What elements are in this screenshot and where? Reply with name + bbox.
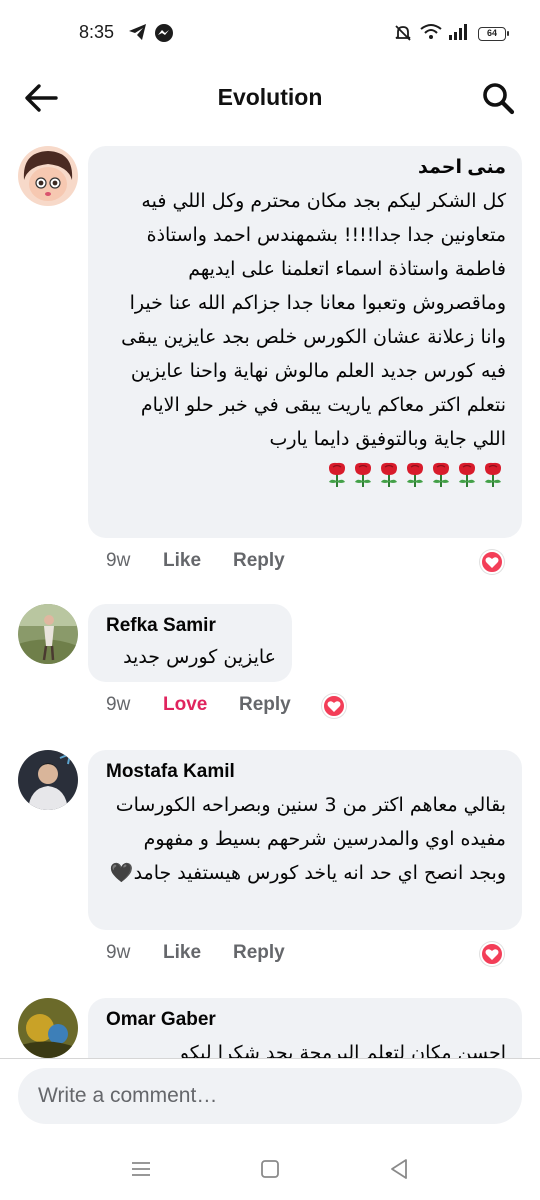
telegram-icon <box>128 23 148 46</box>
avatar[interactable] <box>18 146 78 206</box>
rose-emojis <box>324 456 506 490</box>
comments-list[interactable]: منى احمد كل الشكر ليكم بجد مكان محترم وك… <box>0 130 540 1058</box>
comment-input[interactable] <box>38 1084 502 1108</box>
comment-time[interactable]: 9w <box>106 942 130 964</box>
system-nav-bar <box>0 1140 540 1200</box>
back-icon[interactable] <box>384 1154 414 1184</box>
search-icon <box>483 83 515 115</box>
comment-author[interactable]: منى احمد <box>106 156 506 180</box>
comment-text: كل الشكر ليكم بجد مكان محترم وكل اللي في… <box>106 184 506 490</box>
page-title: Evolution <box>217 84 323 110</box>
home-icon[interactable] <box>255 1154 285 1184</box>
comment-actions: 9w Love Reply 1 <box>106 694 406 724</box>
rose-icon <box>485 462 501 487</box>
like-button[interactable]: Like <box>163 550 201 572</box>
like-button[interactable]: Like <box>163 942 201 964</box>
rose-icon <box>407 462 423 487</box>
love-button[interactable]: Love <box>163 694 207 716</box>
comment-bubble[interactable]: Refka Samir عايزين كورس جديد <box>88 604 292 682</box>
reply-button[interactable]: Reply <box>233 942 285 964</box>
love-reaction-icon <box>322 694 346 718</box>
rose-icon <box>381 462 397 487</box>
rose-icon <box>433 462 449 487</box>
rose-icon <box>329 462 345 487</box>
rose-icon <box>459 462 475 487</box>
avatar[interactable] <box>18 998 78 1058</box>
avatar[interactable] <box>18 604 78 664</box>
comment-bubble[interactable]: منى احمد كل الشكر ليكم بجد مكان محترم وك… <box>88 146 522 538</box>
comment-bubble[interactable]: Mostafa Kamil بقالي معاهم اكتر من 3 سنين… <box>88 750 522 930</box>
comment-text: عايزين كورس جديد <box>123 646 276 668</box>
comment-actions: 9w Like Reply 1 <box>106 942 526 972</box>
divider <box>0 1058 540 1059</box>
search-button[interactable] <box>478 78 518 118</box>
comment-text: بقالي معاهم اكتر من 3 سنين وبصراحه الكور… <box>109 794 506 884</box>
love-reaction-icon <box>480 550 504 574</box>
status-time: 8:35 <box>79 22 115 42</box>
mute-icon <box>393 23 413 48</box>
rose-icon <box>355 462 371 487</box>
battery-icon: 64 <box>478 27 509 41</box>
reply-button[interactable]: Reply <box>233 550 285 572</box>
comment-time[interactable]: 9w <box>106 694 130 716</box>
signal-icon <box>448 23 468 46</box>
comment-author[interactable]: Mostafa Kamil <box>106 760 506 784</box>
reply-button[interactable]: Reply <box>239 694 291 716</box>
comment-composer[interactable] <box>18 1068 522 1124</box>
menu-icon[interactable] <box>126 1154 156 1184</box>
avatar[interactable] <box>18 750 78 810</box>
love-reaction-icon <box>480 942 504 966</box>
comment-author[interactable]: Refka Samir <box>106 614 276 638</box>
comment-time[interactable]: 9w <box>106 550 130 572</box>
comment-author[interactable]: Omar Gaber <box>106 1008 506 1032</box>
comment-text: احسن مكان لتعلم البرمجة بجد شكرا ليكو <box>179 1042 506 1058</box>
comment-actions: 9w Like Reply 1 <box>106 550 526 580</box>
comment-bubble[interactable]: Omar Gaber احسن مكان لتعلم البرمجة بجد ش… <box>88 998 522 1058</box>
wifi-icon <box>420 23 442 46</box>
messenger-icon <box>154 23 174 48</box>
comment-text-body: كل الشكر ليكم بجد مكان محترم وكل اللي في… <box>121 190 506 450</box>
app-header: Evolution <box>0 66 540 128</box>
status-bar: 8:35 64 <box>0 0 540 66</box>
